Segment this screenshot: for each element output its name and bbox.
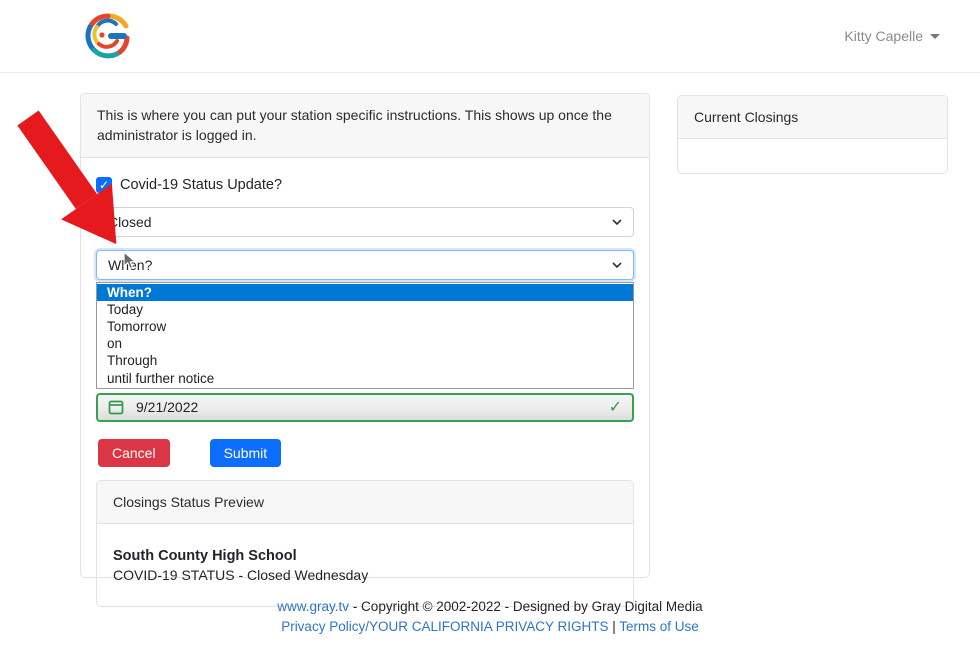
user-account-menu[interactable]: Kitty Capelle <box>844 28 940 44</box>
footer-copyright-line: www.gray.tv - Copyright © 2002-2022 - De… <box>0 597 980 617</box>
covid-status-checkbox-row[interactable]: ✓ Covid-19 Status Update? <box>96 177 634 193</box>
when-option[interactable]: Through <box>97 352 633 369</box>
submit-button[interactable]: Submit <box>210 439 282 467</box>
calendar-icon <box>108 399 124 415</box>
copyright-text: - Copyright © 2002-2022 - Designed by Gr… <box>349 599 703 614</box>
date-input[interactable]: 9/21/2022 ✓ <box>96 393 634 422</box>
current-closings-card: Current Closings <box>677 95 948 174</box>
when-option[interactable]: Today <box>97 301 633 318</box>
when-option[interactable]: Tomorrow <box>97 318 633 335</box>
current-closings-list <box>678 139 947 173</box>
footer-separator: | <box>609 619 620 634</box>
form-actions: Cancel Submit <box>98 439 634 467</box>
top-navbar: Kitty Capelle <box>0 0 980 73</box>
chevron-down-icon <box>930 34 940 39</box>
terms-of-use-link[interactable]: Terms of Use <box>619 619 699 634</box>
when-select[interactable]: When? <box>96 250 634 280</box>
when-option[interactable]: until further notice <box>97 370 633 387</box>
chevron-down-icon <box>612 260 622 270</box>
covid-status-checkbox-label: Covid-19 Status Update? <box>120 177 282 193</box>
chevron-down-icon <box>612 217 622 227</box>
valid-check-icon: ✓ <box>609 397 622 417</box>
preview-entry-name: South County High School <box>113 546 617 566</box>
footer-legal-line: Privacy Policy/YOUR CALIFORNIA PRIVACY R… <box>0 617 980 637</box>
when-select-dropdown: When? Today Tomorrow on Through until fu… <box>96 282 634 389</box>
status-select[interactable]: Closed <box>96 207 634 237</box>
closing-form: ✓ Covid-19 Status Update? Closed When? W… <box>81 158 649 622</box>
page-footer: www.gray.tv - Copyright © 2002-2022 - De… <box>0 597 980 636</box>
station-admin-card: This is where you can put your station s… <box>80 93 650 578</box>
preview-entry: South County High School COVID-19 STATUS… <box>97 524 633 606</box>
gray-tv-link[interactable]: www.gray.tv <box>277 599 349 614</box>
preview-entry-status: COVID-19 STATUS - Closed Wednesday <box>113 566 617 586</box>
cancel-button[interactable]: Cancel <box>98 439 170 467</box>
current-closings-title: Current Closings <box>678 96 947 139</box>
station-instructions: This is where you can put your station s… <box>81 94 649 158</box>
user-name: Kitty Capelle <box>844 28 923 44</box>
gray-tv-logo[interactable] <box>82 10 134 62</box>
when-option[interactable]: on <box>97 335 633 352</box>
covid-status-checkbox[interactable]: ✓ <box>96 177 112 193</box>
status-select-value: Closed <box>108 214 152 230</box>
when-select-value: When? <box>108 257 152 273</box>
privacy-policy-link[interactable]: Privacy Policy/YOUR CALIFORNIA PRIVACY R… <box>281 619 608 634</box>
preview-title: Closings Status Preview <box>97 481 633 524</box>
date-value: 9/21/2022 <box>136 399 198 415</box>
closings-status-preview-card: Closings Status Preview South County Hig… <box>96 480 634 607</box>
when-option[interactable]: When? <box>97 284 633 301</box>
